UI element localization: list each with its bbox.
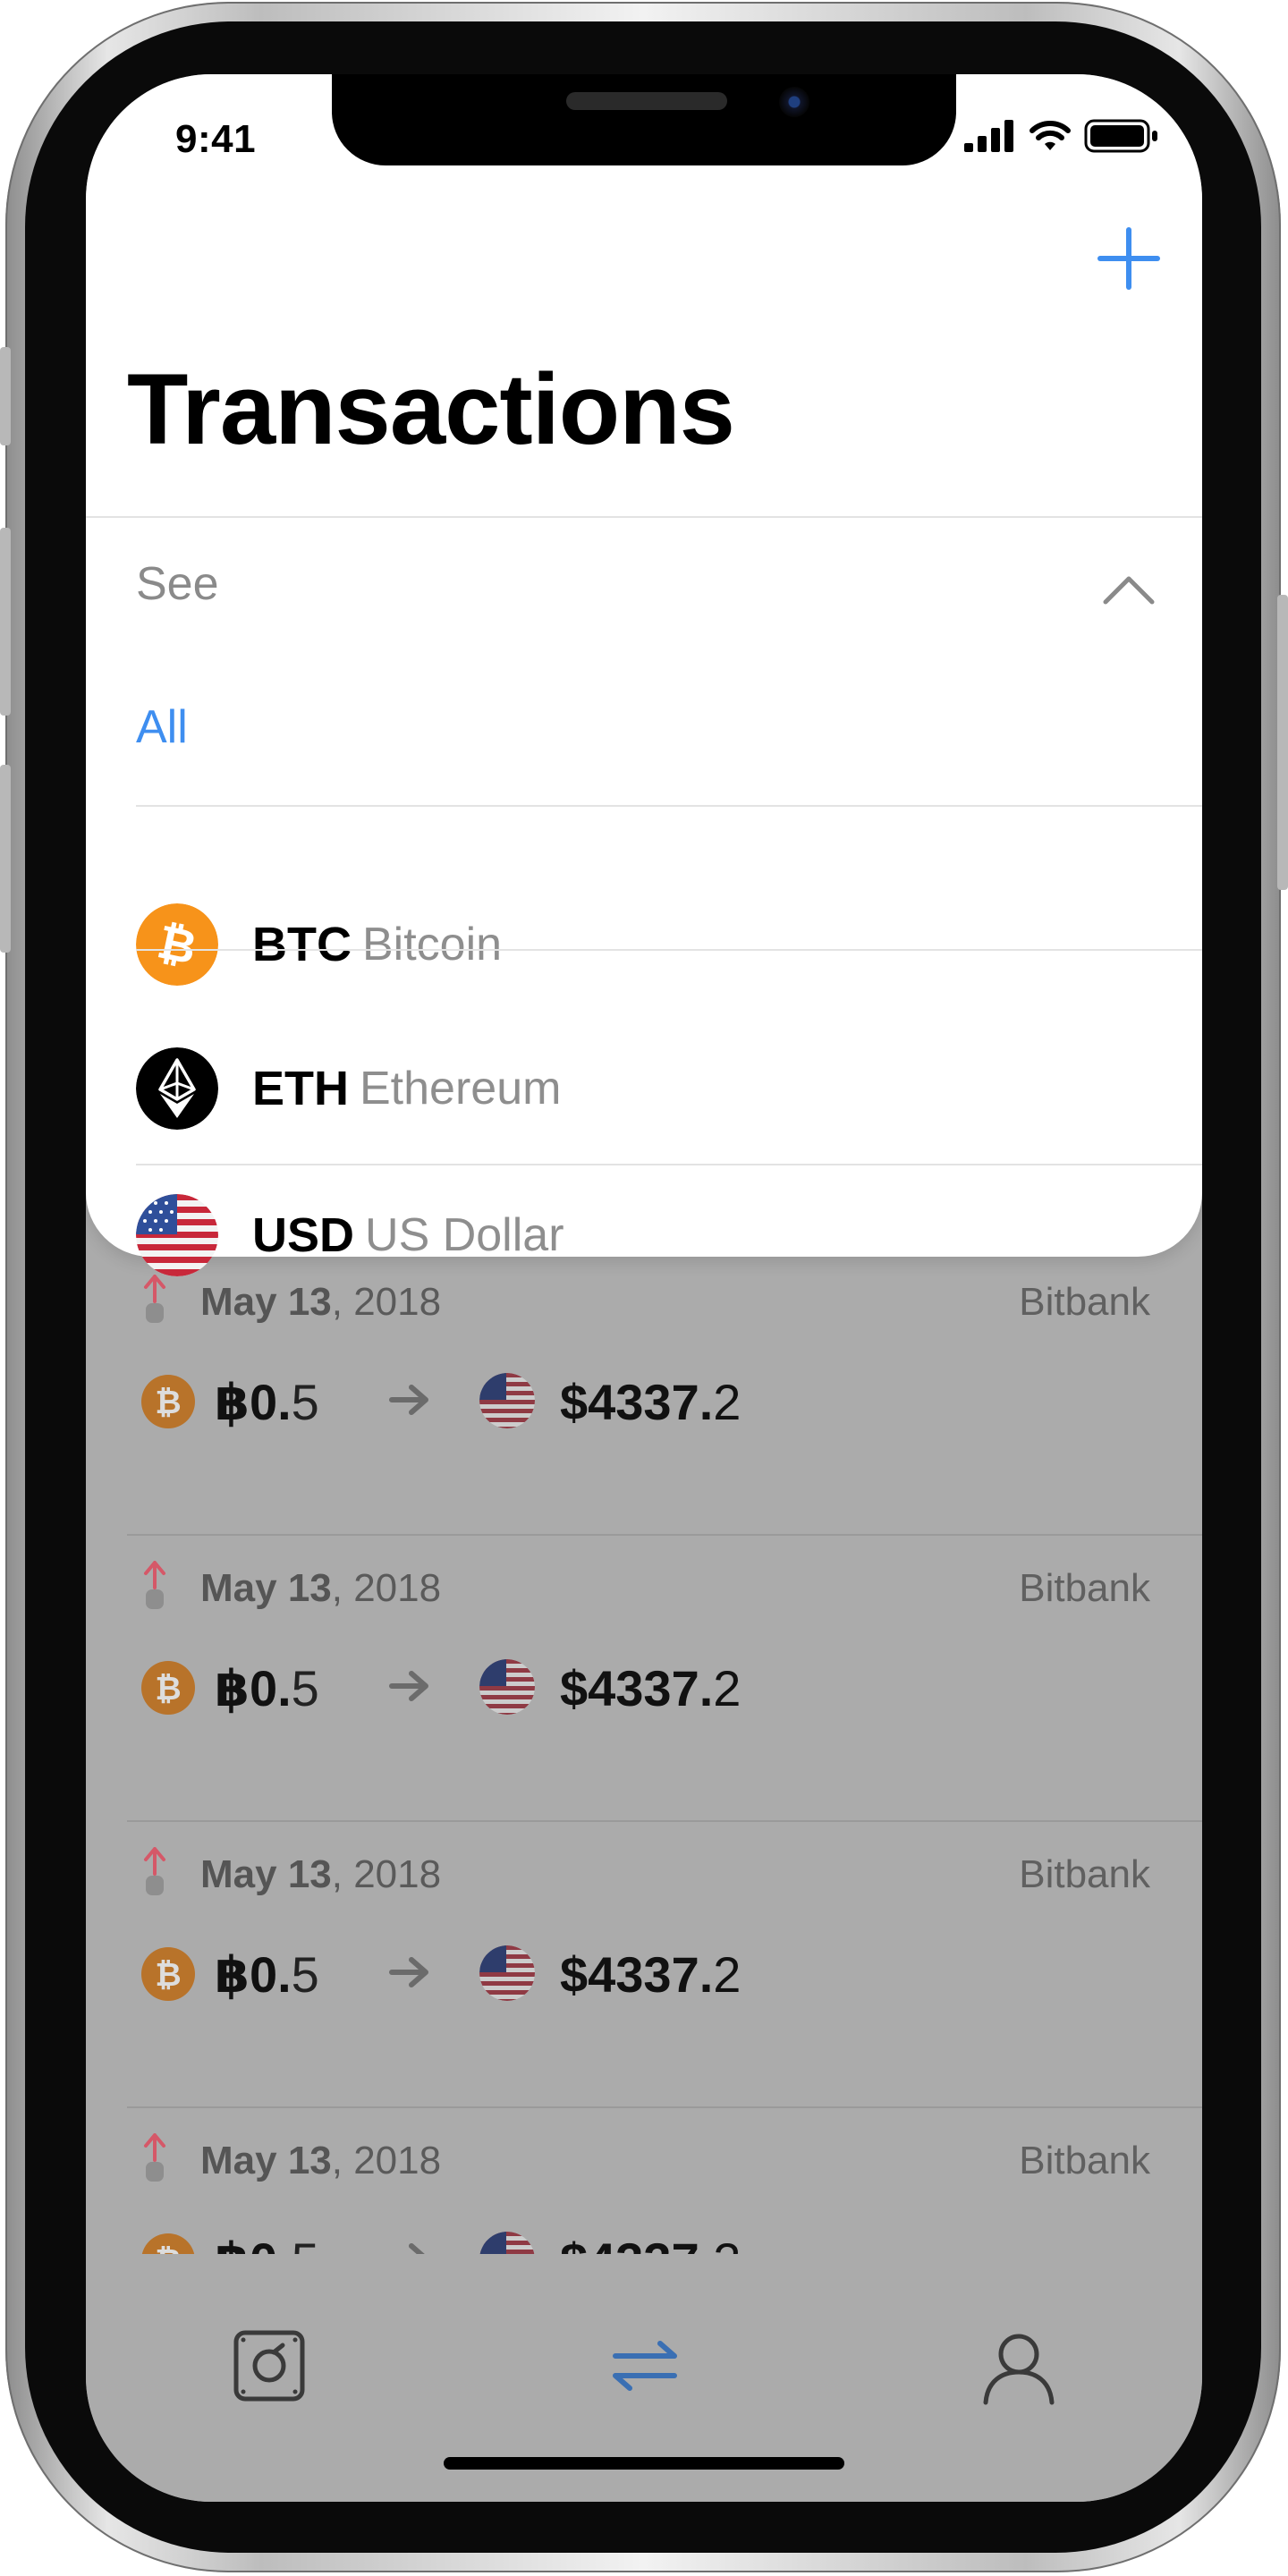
front-camera <box>779 87 809 117</box>
svg-text:₿: ₿ <box>155 1385 181 1421</box>
page-title: Transactions <box>127 353 735 465</box>
arrow-right-icon <box>389 1385 428 1415</box>
outgoing-arrow-icon <box>144 1561 165 1609</box>
filter-label[interactable]: See <box>136 557 219 611</box>
exchange-name: Bitbank <box>1019 1566 1150 1610</box>
option-code: BTC <box>252 918 352 971</box>
battery-icon <box>1084 119 1157 153</box>
outgoing-arrow-icon <box>144 2133 165 2182</box>
exchange-name: Bitbank <box>1019 2139 1150 2182</box>
filter-option-btc[interactable]: ₿ BTC Bitcoin <box>136 877 1202 1012</box>
option-divider <box>136 949 1202 951</box>
notch <box>332 74 956 165</box>
crypto-amount: ฿0.5 <box>215 1946 319 2003</box>
transaction-date: May 13, 2018 <box>200 1566 442 1610</box>
filter-option-eth[interactable]: ETH Ethereum <box>136 1021 1202 1156</box>
header-divider <box>86 516 1202 518</box>
profile-icon[interactable] <box>979 2326 1059 2406</box>
option-name: Ethereum <box>360 1063 562 1114</box>
us-flag-icon <box>479 1373 535 1428</box>
filter-option-usd[interactable]: USD US Dollar <box>136 1168 1202 1302</box>
volume-down-button <box>0 765 11 953</box>
status-time: 9:41 <box>175 117 257 161</box>
chevron-up-icon[interactable] <box>1102 573 1156 606</box>
transaction-date: May 13, 2018 <box>200 1852 442 1896</box>
add-icon[interactable] <box>1097 226 1161 291</box>
option-divider <box>136 805 1202 807</box>
status-icons <box>964 119 1159 153</box>
filter-option-all[interactable]: All <box>136 700 188 754</box>
option-divider <box>136 1164 1202 1165</box>
volume-up-button <box>0 528 11 716</box>
option-name: US Dollar <box>365 1209 564 1261</box>
bitcoin-icon: ₿ <box>141 1947 195 2001</box>
crypto-amount: ฿0.5 <box>215 1374 319 1430</box>
filter-sheet: Transactions See All ₿ BTC Bitcoin ETH E… <box>86 74 1202 1276</box>
phone-screen: 9:41 May 13, 2018 Bitbank ₿ ฿0.5 $4337.2… <box>86 74 1202 2502</box>
svg-text:₿: ₿ <box>155 1671 181 1707</box>
bitcoin-icon: ₿ <box>141 1661 195 1715</box>
wifi-icon <box>1030 121 1071 150</box>
svg-text:₿: ₿ <box>155 1957 181 1994</box>
transaction-row[interactable]: May 13, 2018 Bitbank ₿ ฿0.5 $4337.2 <box>86 1822 1202 2108</box>
exchange-name: Bitbank <box>1019 1852 1150 1896</box>
fiat-amount: $4337.2 <box>560 1946 741 2003</box>
arrow-right-icon <box>389 1671 428 1701</box>
crypto-amount: ฿0.5 <box>215 1660 319 1716</box>
us-flag-icon <box>479 1945 535 2001</box>
speaker-grille <box>566 92 727 110</box>
fiat-amount: $4337.2 <box>560 1660 741 1716</box>
us-flag-icon <box>479 1659 535 1715</box>
option-name: Bitcoin <box>361 919 503 970</box>
transfer-icon[interactable] <box>605 2326 685 2406</box>
home-indicator[interactable] <box>444 2457 844 2470</box>
transaction-row[interactable]: May 13, 2018 Bitbank ₿ ฿0.5 $4337.2 <box>86 1536 1202 1822</box>
bitcoin-icon: ₿ <box>136 903 218 986</box>
ethereum-icon <box>136 1047 218 1130</box>
wallet-icon[interactable] <box>229 2326 309 2406</box>
option-code: USD <box>252 1208 355 1262</box>
outgoing-arrow-icon <box>144 1847 165 1895</box>
cellular-signal-icon <box>964 120 1013 152</box>
transaction-date: May 13, 2018 <box>200 2139 442 2182</box>
mute-switch <box>0 347 11 445</box>
bitcoin-icon: ₿ <box>141 1375 195 1428</box>
option-code: ETH <box>252 1062 349 1115</box>
fiat-amount: $4337.2 <box>560 1374 741 1430</box>
arrow-right-icon <box>389 1957 428 1987</box>
power-button <box>1277 595 1288 890</box>
us-flag-icon <box>136 1194 218 1276</box>
